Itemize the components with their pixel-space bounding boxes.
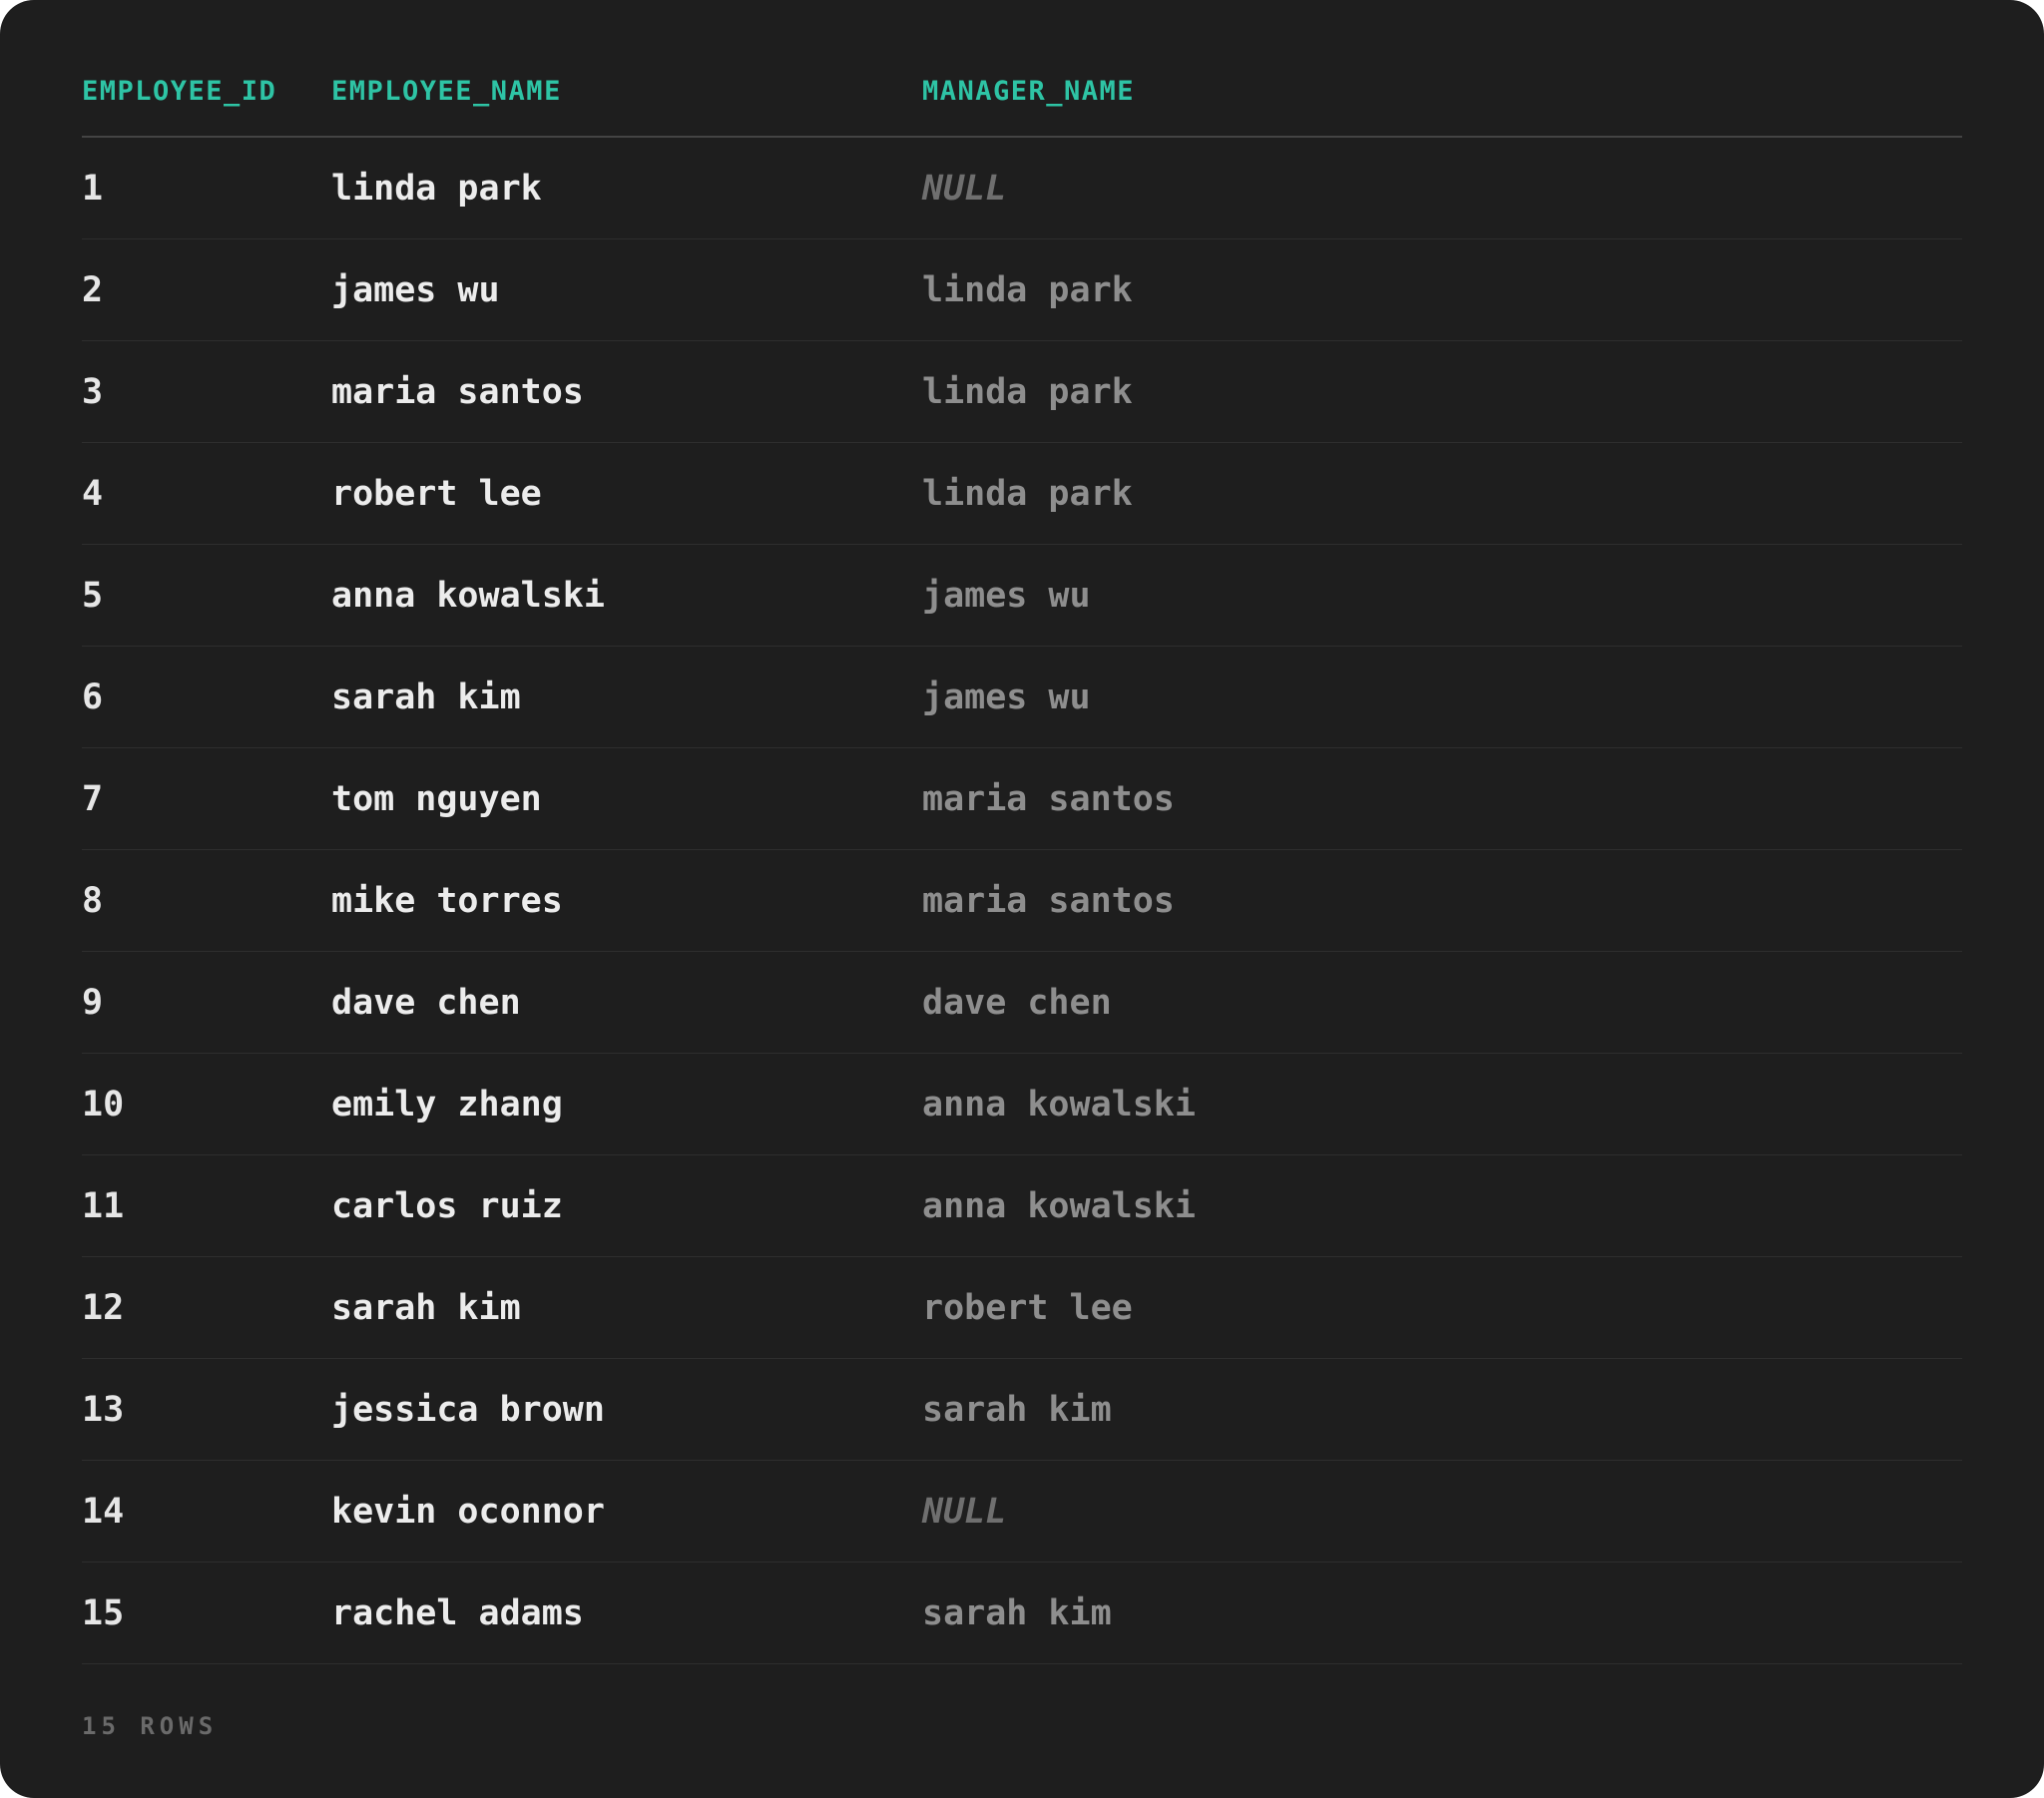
table-row[interactable]: 3 maria santos linda park xyxy=(82,340,1962,443)
employee-name-cell: kevin oconnor xyxy=(331,1460,922,1563)
employee-name-cell: mike torres xyxy=(331,849,922,952)
column-header-employee-id[interactable]: EMPLOYEE_ID xyxy=(82,46,331,138)
employee-id-cell: 6 xyxy=(82,646,331,748)
employee-id-cell: 1 xyxy=(82,137,331,239)
employee-name-cell: linda park xyxy=(331,137,922,239)
table-row[interactable]: 7 tom nguyen maria santos xyxy=(82,747,1962,850)
table-row[interactable]: 8 mike torres maria santos xyxy=(82,849,1962,952)
query-results-panel: EMPLOYEE_ID EMPLOYEE_NAME MANAGER_NAME 1… xyxy=(0,0,2044,1798)
employee-id-cell: 12 xyxy=(82,1256,331,1359)
manager-name-cell: linda park xyxy=(922,340,1962,443)
table-row[interactable]: 13 jessica brown sarah kim xyxy=(82,1358,1962,1461)
manager-name-cell: anna kowalski xyxy=(922,1053,1962,1155)
manager-name-cell: james wu xyxy=(922,646,1962,748)
manager-name-cell: maria santos xyxy=(922,747,1962,850)
employee-id-cell: 5 xyxy=(82,544,331,647)
manager-name-cell: maria santos xyxy=(922,849,1962,952)
employee-name-cell: sarah kim xyxy=(331,646,922,748)
table-row[interactable]: 12 sarah kim robert lee xyxy=(82,1256,1962,1359)
table-row[interactable]: 14 kevin oconnor NULL xyxy=(82,1460,1962,1563)
manager-name-cell: dave chen xyxy=(922,951,1962,1054)
employee-id-cell: 9 xyxy=(82,951,331,1054)
employee-name-cell: rachel adams xyxy=(331,1562,922,1664)
table-row[interactable]: 4 robert lee linda park xyxy=(82,442,1962,545)
employee-id-cell: 10 xyxy=(82,1053,331,1155)
employee-name-cell: anna kowalski xyxy=(331,544,922,647)
employee-name-cell: jessica brown xyxy=(331,1358,922,1461)
table-row[interactable]: 15 rachel adams sarah kim xyxy=(82,1562,1962,1664)
table-body: 1 linda park NULL 2 james wu linda park 3 maria… xyxy=(82,137,1962,1664)
manager-name-cell: robert lee xyxy=(922,1256,1962,1359)
employee-id-cell: 14 xyxy=(82,1460,331,1563)
table-row[interactable]: 2 james wu linda park xyxy=(82,238,1962,341)
employee-id-cell: 2 xyxy=(82,238,331,341)
manager-name-cell: linda park xyxy=(922,442,1962,545)
employee-id-cell: 11 xyxy=(82,1154,331,1257)
employee-id-cell: 4 xyxy=(82,442,331,545)
employee-name-cell: sarah kim xyxy=(331,1256,922,1359)
manager-name-cell: anna kowalski xyxy=(922,1154,1962,1257)
table-row[interactable]: 11 carlos ruiz anna kowalski xyxy=(82,1154,1962,1257)
manager-name-cell: sarah kim xyxy=(922,1358,1962,1461)
employee-id-cell: 8 xyxy=(82,849,331,952)
employee-id-cell: 3 xyxy=(82,340,331,443)
table-row[interactable]: 5 anna kowalski james wu xyxy=(82,544,1962,647)
employee-id-cell: 15 xyxy=(82,1562,331,1664)
employee-name-cell: james wu xyxy=(331,238,922,341)
column-header-manager-name[interactable]: MANAGER_NAME xyxy=(922,46,1962,138)
employee-name-cell: dave chen xyxy=(331,951,922,1054)
employee-name-cell: carlos ruiz xyxy=(331,1154,922,1257)
manager-name-cell: NULL xyxy=(922,1460,1962,1563)
table-row[interactable]: 9 dave chen dave chen xyxy=(82,951,1962,1054)
table-header-row: EMPLOYEE_ID EMPLOYEE_NAME MANAGER_NAME xyxy=(82,46,1962,138)
table-row[interactable]: 6 sarah kim james wu xyxy=(82,646,1962,748)
results-table: EMPLOYEE_ID EMPLOYEE_NAME MANAGER_NAME 1… xyxy=(82,46,1962,1664)
manager-name-cell: linda park xyxy=(922,238,1962,341)
manager-name-cell: NULL xyxy=(922,137,1962,239)
employee-id-cell: 7 xyxy=(82,747,331,850)
row-count-label: 15 ROWS xyxy=(82,1712,219,1740)
column-header-employee-name[interactable]: EMPLOYEE_NAME xyxy=(331,46,922,138)
employee-name-cell: robert lee xyxy=(331,442,922,545)
manager-name-cell: sarah kim xyxy=(922,1562,1962,1664)
table-row[interactable]: 1 linda park NULL xyxy=(82,137,1962,239)
employee-name-cell: maria santos xyxy=(331,340,922,443)
employee-id-cell: 13 xyxy=(82,1358,331,1461)
employee-name-cell: emily zhang xyxy=(331,1053,922,1155)
employee-name-cell: tom nguyen xyxy=(331,747,922,850)
table-row[interactable]: 10 emily zhang anna kowalski xyxy=(82,1053,1962,1155)
manager-name-cell: james wu xyxy=(922,544,1962,647)
